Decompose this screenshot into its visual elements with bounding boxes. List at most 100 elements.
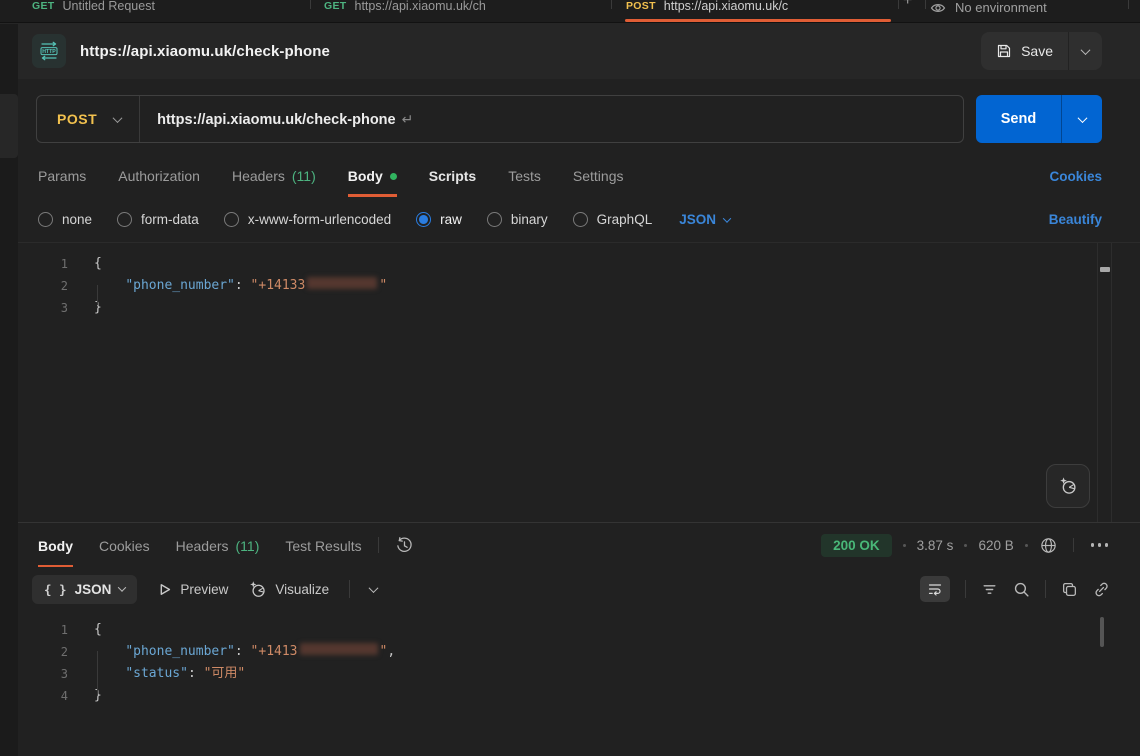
chevron-down-icon [118,583,126,591]
chevron-down-icon[interactable] [369,583,379,593]
response-time[interactable]: 3.87 s [917,538,954,553]
braces-icon: { } [44,582,67,597]
tab-divider [611,0,612,9]
divider [1045,580,1046,598]
dot-separator [964,544,967,547]
code-line: 4 } [0,685,1140,707]
chevron-down-icon [1077,113,1087,123]
tab-divider [898,0,899,9]
link-icon[interactable] [1093,581,1110,598]
code-text: "phone_number": "+14133" [68,275,387,297]
network-globe-icon[interactable] [1039,536,1058,555]
word-wrap-button[interactable] [920,576,950,602]
code-line: 1 { [0,253,1140,275]
status-badge[interactable]: 200 OK [821,534,892,557]
radio-icon [487,212,502,227]
body-type-options: none form-data x-www-form-urlencoded raw… [0,197,1140,243]
radio-none[interactable]: none [38,212,92,227]
tab-body[interactable]: Body [348,155,397,197]
radio-form-data[interactable]: form-data [117,212,199,227]
code-text: { [68,253,102,275]
tab-authorization[interactable]: Authorization [118,155,200,197]
tab-response-cookies[interactable]: Cookies [99,523,150,567]
response-meta: 200 OK 3.87 s 620 B [821,523,1110,567]
api-client-window: GET Untitled Request GET https://api.xia… [0,0,1140,756]
request-tabs: Params Authorization Headers(11) Body Sc… [0,155,1140,197]
response-tabs: Body Cookies Headers(11) Test Results [38,523,362,567]
save-split-button: Save [981,32,1102,70]
method-badge: GET [324,0,347,12]
radio-graphql[interactable]: GraphQL [573,212,653,227]
save-options-button[interactable] [1069,32,1102,70]
send-options-button[interactable] [1062,95,1102,143]
request-title: https://api.xiaomu.uk/check-phone [80,43,330,60]
redacted-value [307,277,377,289]
request-header-row: HTTP https://api.xiaomu.uk/check-phone S… [0,23,1140,79]
save-label: Save [1021,43,1053,59]
code-line: 3 "status": "可用" [0,663,1140,685]
send-button[interactable]: Send [976,95,1061,143]
workspace-tab-bar: GET Untitled Request GET https://api.xia… [0,0,1140,23]
method-selector[interactable]: POST [37,111,114,127]
request-tab-get-url[interactable]: GET https://api.xiaomu.uk/ch [310,0,610,21]
radio-selected-icon [416,212,431,227]
more-options-icon[interactable] [1089,543,1110,547]
response-tools [920,576,1110,602]
tab-params[interactable]: Params [38,155,86,197]
response-toolbar: { } JSON Preview Visualize [0,567,1140,611]
magic-ball-icon [248,580,267,599]
headers-count-badge: (11) [292,168,316,184]
tab-label: Untitled Request [63,0,155,13]
code-line: 3 } [0,297,1140,319]
visualize-button[interactable]: Visualize [248,580,329,599]
editor-scrollbar-track[interactable] [1097,243,1112,522]
tab-divider [310,0,311,9]
request-body-editor[interactable]: 1 { 2 "phone_number": "+14133" 3 } [0,243,1140,522]
radio-icon [224,212,239,227]
method-badge: POST [626,0,656,12]
tab-response-body[interactable]: Body [38,523,73,567]
active-tab-underline [625,19,891,22]
save-button[interactable]: Save [981,32,1068,70]
preview-button[interactable]: Preview [157,582,228,597]
code-text: "status": "可用" [68,663,245,685]
collapsed-sidebar-rail[interactable] [0,24,18,756]
radio-icon [117,212,132,227]
tab-response-headers[interactable]: Headers(11) [176,523,260,567]
code-text: { [68,619,102,641]
url-input[interactable]: https://api.xiaomu.uk/check-phone↵ [140,111,413,128]
dot-separator [1025,544,1028,547]
svg-text:HTTP: HTTP [42,49,56,55]
response-format-dropdown[interactable]: { } JSON [32,575,137,604]
response-history-icon[interactable] [395,523,414,567]
editor-scrollbar-thumb[interactable] [1100,267,1110,272]
response-body-editor[interactable]: 1 { 2 "phone_number": "+1413", 3 "status… [0,611,1140,756]
new-tab-button[interactable]: + [903,0,912,10]
divider [349,580,350,598]
search-icon[interactable] [1013,581,1030,598]
tab-scripts[interactable]: Scripts [429,155,476,197]
radio-binary[interactable]: binary [487,212,548,227]
cookies-link[interactable]: Cookies [1049,155,1102,197]
filter-icon[interactable] [981,581,998,598]
request-tab-untitled[interactable]: GET Untitled Request [18,0,310,21]
radio-x-www-form-urlencoded[interactable]: x-www-form-urlencoded [224,212,391,227]
tab-headers[interactable]: Headers(11) [232,155,316,197]
tab-settings[interactable]: Settings [573,155,624,197]
radio-raw[interactable]: raw [416,212,462,227]
body-modified-dot [390,173,397,180]
method-selector-button[interactable] [114,110,121,128]
request-tab-post-url-active[interactable]: POST https://api.xiaomu.uk/c [612,0,898,21]
tab-test-results[interactable]: Test Results [285,523,361,567]
copy-icon[interactable] [1061,581,1078,598]
postbot-button[interactable] [1046,464,1090,508]
response-scrollbar-thumb[interactable] [1100,617,1104,647]
send-split-button: Send [976,95,1102,143]
beautify-link[interactable]: Beautify [1049,212,1102,227]
sidebar-rail-handle[interactable] [0,94,18,158]
tab-tests[interactable]: Tests [508,155,541,197]
response-size[interactable]: 620 B [978,538,1013,553]
environment-selector[interactable]: No environment [930,0,1047,22]
tab-label: https://api.xiaomu.uk/c [664,0,788,13]
language-dropdown[interactable]: JSON [679,212,730,227]
